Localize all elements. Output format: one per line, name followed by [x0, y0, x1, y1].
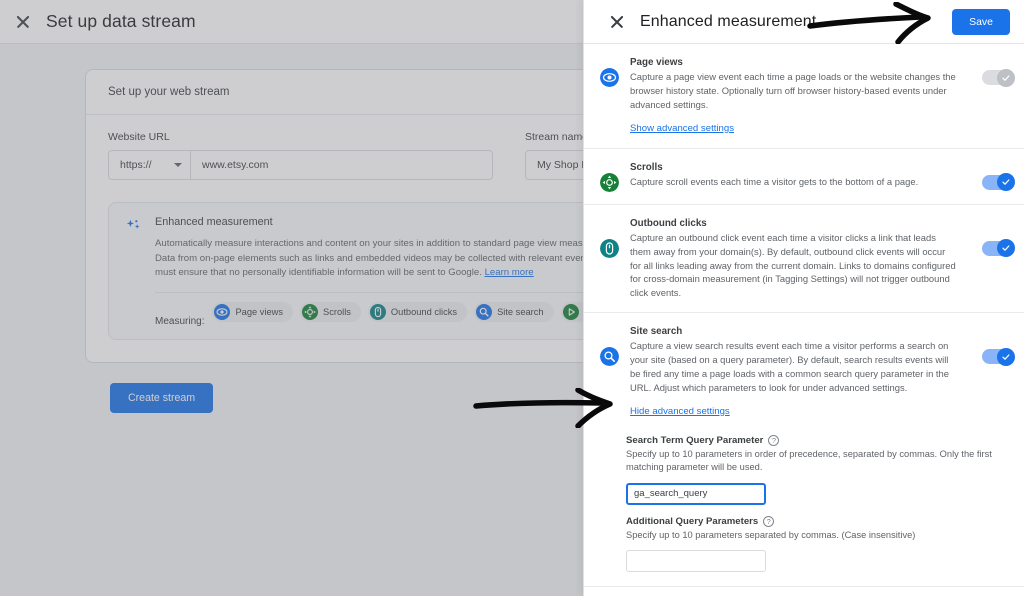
- toggle-wrapper: [966, 325, 1015, 366]
- additional-params-label-row: Additional Query Parameters ?: [626, 515, 1010, 527]
- section-title: Site search: [630, 326, 683, 338]
- panel-body[interactable]: Page views Capture a page view event eac…: [584, 44, 1024, 596]
- section-description: Capture a view search results event each…: [630, 340, 949, 393]
- toggle-wrapper: [966, 217, 1015, 258]
- screen-root: Set up data stream Set up your web strea…: [0, 0, 1024, 596]
- mouse-icon: [598, 217, 620, 258]
- hide-advanced-settings-link[interactable]: Hide advanced settings: [630, 406, 730, 417]
- toggle-outbound-clicks[interactable]: [982, 239, 1015, 258]
- eye-icon: [598, 56, 620, 87]
- section-title: Scrolls: [630, 161, 663, 173]
- search-term-label: Search Term Query Parameter: [626, 434, 764, 446]
- toggle-knob: [997, 347, 1015, 366]
- section-scrolls: Scrolls Capture scroll events each time …: [584, 149, 1024, 205]
- section-content: Scrolls Capture scroll events each time …: [630, 161, 956, 189]
- section-page-views: Page views Capture a page view event eac…: [584, 44, 1024, 149]
- site-search-advanced-settings: Search Term Query Parameter ? Specify up…: [584, 431, 1024, 588]
- section-site-search: Site search Capture a view search result…: [584, 313, 1024, 431]
- toggle-page-views[interactable]: [982, 68, 1015, 87]
- search-term-help: Specify up to 10 parameters in order of …: [626, 448, 992, 473]
- help-circle-icon[interactable]: ?: [768, 434, 780, 446]
- toggle-site-search[interactable]: [982, 347, 1015, 366]
- section-description: Capture scroll events each time a visito…: [630, 175, 919, 187]
- additional-params-label: Additional Query Parameters: [626, 515, 759, 527]
- toggle-knob: [997, 173, 1015, 192]
- section-title: Page views: [630, 57, 683, 68]
- toggle-wrapper: [966, 56, 1015, 87]
- search-term-label-row: Search Term Query Parameter ?: [626, 434, 1010, 446]
- panel-header: Enhanced measurement Save: [584, 0, 1024, 44]
- close-icon[interactable]: [608, 13, 626, 31]
- section-description: Capture a page view event each time a pa…: [630, 71, 956, 110]
- scroll-icon: [598, 161, 620, 192]
- toggle-knob: [997, 239, 1015, 258]
- section-form-interactions: Form interactions Capture a form interac…: [584, 587, 1024, 596]
- toggle-scrolls[interactable]: [982, 173, 1015, 192]
- section-content: Outbound clicks Capture an outbound clic…: [630, 217, 956, 301]
- help-circle-icon[interactable]: ?: [763, 515, 775, 527]
- additional-params-help: Specify up to 10 parameters separated by…: [626, 529, 916, 540]
- search-icon: [598, 325, 620, 367]
- toggle-wrapper: [966, 161, 1015, 192]
- section-title: Outbound clicks: [630, 217, 707, 229]
- section-content: Site search Capture a view search result…: [630, 325, 956, 419]
- section-description: Capture an outbound click event each tim…: [630, 231, 956, 299]
- panel-title: Enhanced measurement: [640, 12, 817, 30]
- save-button[interactable]: Save: [952, 8, 1010, 35]
- section-outbound-clicks: Outbound clicks Capture an outbound clic…: [584, 205, 1024, 314]
- enhanced-measurement-panel: Enhanced measurement Save Page views Cap…: [583, 0, 1024, 596]
- section-content: Page views Capture a page view event eac…: [630, 56, 956, 136]
- toggle-knob: [997, 68, 1015, 87]
- show-advanced-settings-link[interactable]: Show advanced settings: [630, 123, 734, 134]
- search-term-input[interactable]: ga_search_query: [626, 482, 766, 505]
- additional-params-input[interactable]: [626, 550, 766, 573]
